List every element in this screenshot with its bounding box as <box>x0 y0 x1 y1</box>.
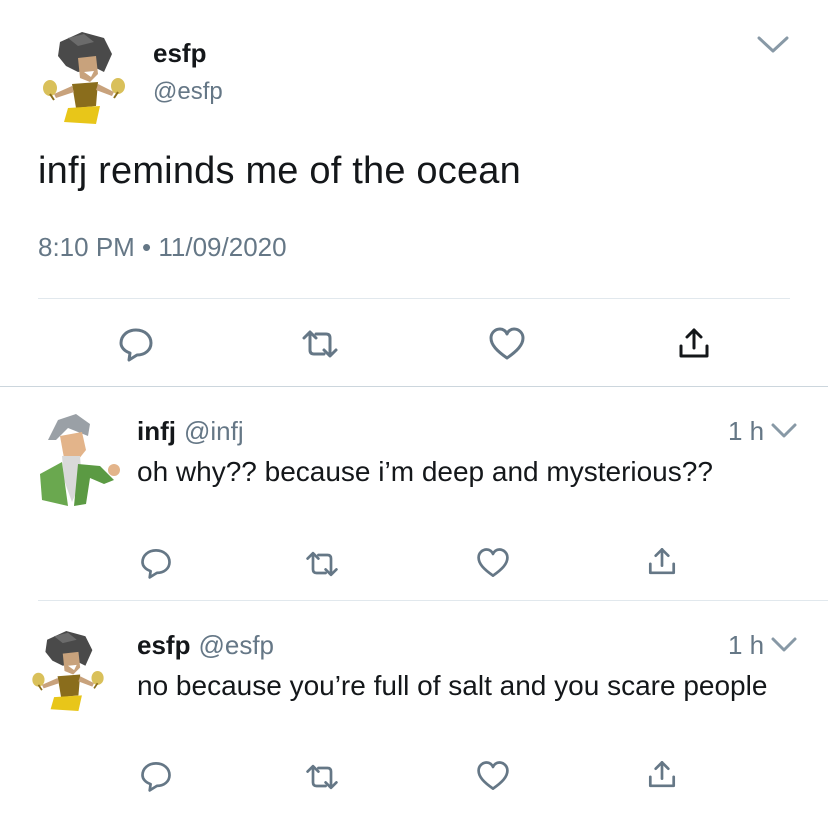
tweet-timestamp[interactable]: 8:10 PM • 11/09/2020 <box>38 232 287 263</box>
display-name[interactable]: esfp <box>153 38 206 69</box>
user-handle[interactable]: @esfp <box>153 78 223 106</box>
divider <box>38 298 790 299</box>
reply-icon[interactable] <box>138 758 174 794</box>
share-icon[interactable] <box>674 324 714 364</box>
like-icon[interactable] <box>487 324 527 364</box>
avatar[interactable] <box>28 624 108 724</box>
avatar[interactable] <box>38 28 130 128</box>
reply-text: oh why?? because i’m deep and mysterious… <box>137 456 713 487</box>
user-handle[interactable]: @infj <box>184 416 244 446</box>
reply-icon[interactable] <box>138 545 174 581</box>
reply-icon[interactable] <box>116 324 156 364</box>
retweet-icon[interactable] <box>304 759 340 795</box>
share-icon[interactable] <box>644 757 680 793</box>
chevron-down-icon[interactable] <box>770 636 798 654</box>
like-icon[interactable] <box>475 545 511 581</box>
divider <box>38 600 828 601</box>
reply-header: esfp @esfp <box>137 630 274 661</box>
reply-time[interactable]: 1 h <box>728 630 764 661</box>
user-handle[interactable]: @esfp <box>198 630 274 660</box>
chevron-down-icon[interactable] <box>756 34 790 56</box>
display-name[interactable]: infj <box>137 416 176 446</box>
display-name[interactable]: esfp <box>137 630 190 660</box>
share-icon[interactable] <box>644 544 680 580</box>
tweet-text: infj reminds me of the ocean <box>38 150 521 192</box>
like-icon[interactable] <box>475 758 511 794</box>
divider <box>0 386 828 387</box>
avatar[interactable] <box>34 410 120 510</box>
retweet-icon[interactable] <box>304 546 340 582</box>
reply-header: infj @infj <box>137 416 244 447</box>
retweet-icon[interactable] <box>300 324 340 364</box>
reply-time[interactable]: 1 h <box>728 416 764 447</box>
reply-text: no because you’re full of salt and you s… <box>137 670 768 701</box>
chevron-down-icon[interactable] <box>770 422 798 440</box>
